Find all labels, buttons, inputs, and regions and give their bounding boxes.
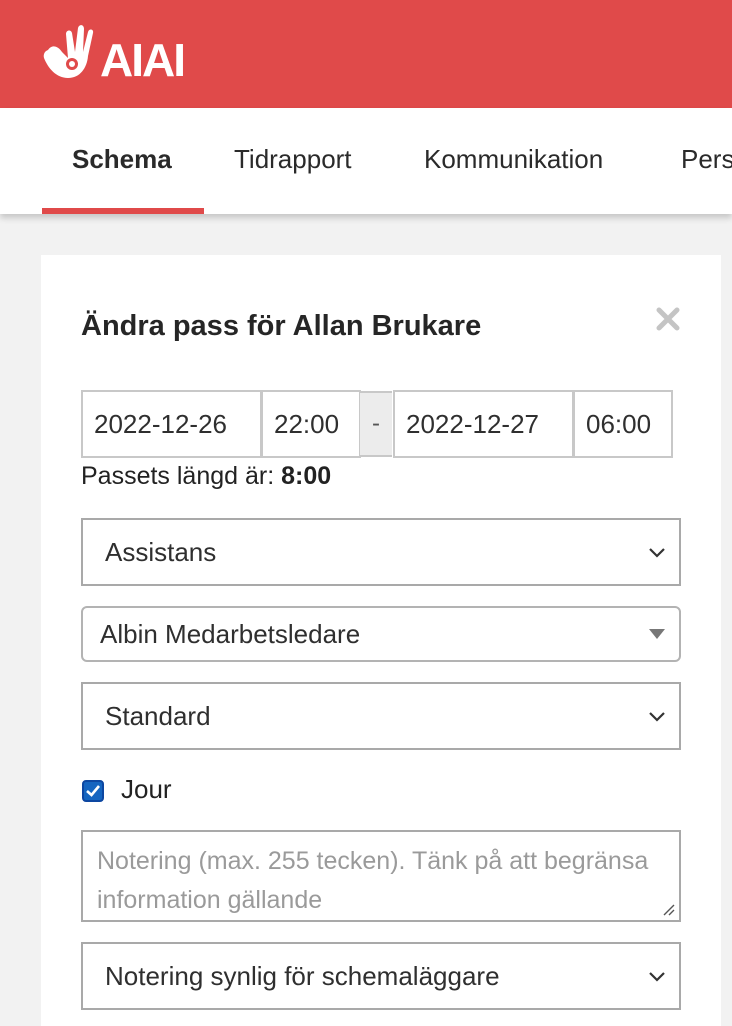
manager-select[interactable]: Albin Medarbetsledare <box>81 606 681 662</box>
modal-title: Ändra pass för Allan Brukare <box>81 310 482 342</box>
end-time-field[interactable]: 06:00 <box>573 390 673 458</box>
start-time-field[interactable]: 22:00 <box>261 390 361 458</box>
tab-personal[interactable]: Personal <box>681 108 732 214</box>
end-date-field[interactable]: 2022-12-27 <box>393 390 574 458</box>
hand-logo-icon[interactable]: AIAI <box>42 24 214 80</box>
shift-duration: Passets längd är: 8:00 <box>81 462 331 491</box>
date-separator: - <box>360 391 392 457</box>
checkmark-icon <box>86 785 100 797</box>
top-header-bar: AIAI <box>0 0 732 108</box>
note-textarea[interactable]: Notering (max. 255 tecken). Tänk på att … <box>81 830 681 922</box>
active-tab-indicator <box>42 208 204 214</box>
shift-type-value: Assistans <box>105 537 217 567</box>
chevron-down-icon <box>649 548 665 558</box>
start-date-field[interactable]: 2022-12-26 <box>81 390 262 458</box>
close-icon[interactable] <box>654 305 682 333</box>
note-visibility-value: Notering synlig för schemaläggare <box>105 961 500 991</box>
schedule-type-value: Standard <box>105 701 211 731</box>
duration-value: 8:00 <box>281 462 332 490</box>
main-nav: Schema Tidrapport Kommunikation Personal <box>0 108 732 214</box>
manager-value: Albin Medarbetsledare <box>100 619 361 649</box>
resize-grip-icon[interactable] <box>661 902 675 916</box>
note-placeholder: Notering (max. 255 tecken). Tänk på att … <box>97 847 649 914</box>
note-visibility-select[interactable]: Notering synlig för schemaläggare <box>81 942 681 1010</box>
tab-schema[interactable]: Schema <box>72 108 172 214</box>
tab-tidrapport[interactable]: Tidrapport <box>234 108 352 214</box>
shift-type-select[interactable]: Assistans <box>81 518 681 586</box>
on-call-checkbox[interactable] <box>82 780 104 802</box>
on-call-label[interactable]: Jour <box>121 774 172 805</box>
chevron-down-icon <box>649 972 665 982</box>
logo-text: AIAI <box>100 34 184 80</box>
tab-kommunikation[interactable]: Kommunikation <box>424 108 603 214</box>
schedule-type-select[interactable]: Standard <box>81 682 681 750</box>
caret-down-icon <box>649 629 665 639</box>
chevron-down-icon <box>649 712 665 722</box>
duration-label: Passets längd är: <box>81 462 275 490</box>
